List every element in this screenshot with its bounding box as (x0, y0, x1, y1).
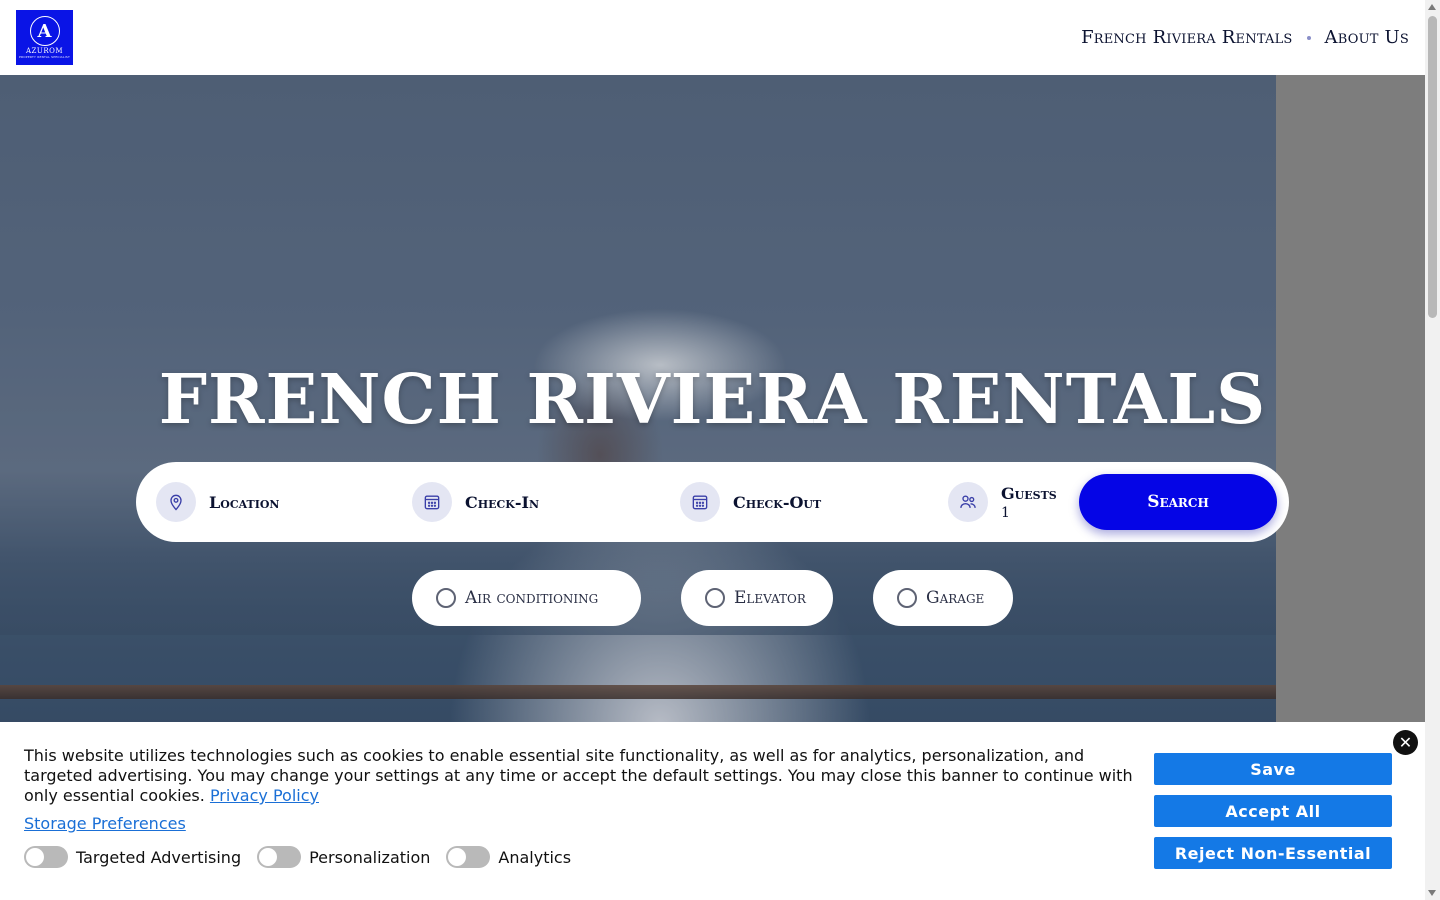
toggle-label: Targeted Advertising (76, 847, 242, 867)
logo-monogram: A (29, 16, 60, 46)
filter-garage[interactable]: Garage (873, 570, 1013, 626)
nav-separator (1306, 35, 1311, 40)
cookie-text: This website utilizes technologies such … (24, 746, 1139, 806)
logo-tagline: PROPERTY RENTAL SPECIALIST (18, 55, 71, 59)
page-scrollbar[interactable] (1425, 0, 1440, 900)
checkin-field[interactable]: Check-In (412, 462, 680, 542)
scroll-down-icon[interactable] (1428, 890, 1436, 896)
guests-label: Guests (1001, 483, 1057, 503)
filter-label: Air conditioning (465, 588, 599, 608)
targeted-advertising-toggle[interactable] (24, 846, 68, 868)
logo-brand: AZUROM (26, 47, 63, 55)
hero-title: FRENCH RIVIERA RENTALS (158, 360, 1267, 440)
radio-unchecked-icon[interactable] (436, 588, 456, 608)
cookie-description: This website utilizes technologies such … (24, 746, 1133, 805)
cookie-toggles: Targeted Advertising Personalization Ana… (24, 846, 579, 868)
toggle-label: Personalization (309, 847, 431, 867)
accept-all-button[interactable]: Accept All (1154, 795, 1392, 827)
filter-label: Garage (926, 588, 985, 608)
scroll-up-icon[interactable] (1428, 4, 1436, 10)
reject-non-essential-button[interactable]: Reject Non-Essential (1154, 837, 1392, 869)
search-bar: Location Check-In Check-Out Guests 1 Sea… (136, 462, 1289, 542)
checkout-label: Check-Out (733, 492, 822, 512)
users-icon (948, 482, 988, 522)
close-icon[interactable]: ✕ (1393, 730, 1418, 755)
nav-link-about[interactable]: About Us (1325, 27, 1409, 48)
calendar-icon (680, 482, 720, 522)
radio-unchecked-icon[interactable] (705, 588, 725, 608)
analytics-toggle[interactable] (446, 846, 491, 868)
privacy-policy-link[interactable]: Privacy Policy (210, 786, 319, 805)
location-pin-icon (156, 482, 196, 522)
site-header: A AZUROM PROPERTY RENTAL SPECIALIST Fren… (0, 0, 1425, 75)
cookie-banner: This website utilizes technologies such … (0, 722, 1425, 900)
guests-count[interactable]: 1 (1001, 505, 1057, 521)
guests-field[interactable]: Guests 1 (948, 462, 1078, 542)
location-field[interactable]: Location (156, 462, 412, 542)
checkin-label: Check-In (465, 492, 540, 512)
checkout-field[interactable]: Check-Out (680, 462, 948, 542)
scrollbar-thumb[interactable] (1428, 16, 1437, 318)
location-label: Location (209, 492, 280, 512)
main-nav: French Riviera Rentals About Us (1081, 27, 1409, 48)
storage-preferences-link[interactable]: Storage Preferences (24, 814, 186, 833)
search-button[interactable]: Search (1079, 474, 1277, 530)
site-logo[interactable]: A AZUROM PROPERTY RENTAL SPECIALIST (16, 10, 73, 65)
personalization-toggle[interactable] (257, 846, 302, 868)
toggle-label: Analytics (498, 847, 572, 867)
radio-unchecked-icon[interactable] (897, 588, 917, 608)
filter-elevator[interactable]: Elevator (681, 570, 833, 626)
nav-link-rentals[interactable]: French Riviera Rentals (1081, 27, 1292, 48)
calendar-icon (412, 482, 452, 522)
save-button[interactable]: Save (1154, 753, 1392, 785)
filter-label: Elevator (734, 588, 806, 608)
filter-air-conditioning[interactable]: Air conditioning (412, 570, 641, 626)
